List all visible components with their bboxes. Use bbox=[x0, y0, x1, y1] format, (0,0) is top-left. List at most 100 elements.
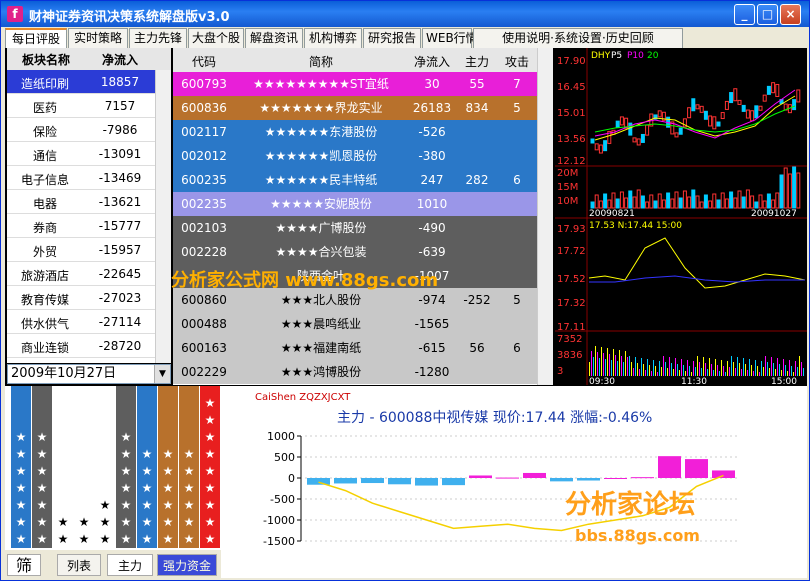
tvol-bar bbox=[751, 365, 752, 376]
close-button[interactable]: × bbox=[780, 4, 801, 25]
tab-market-stocks[interactable]: 大盘个股 bbox=[188, 28, 244, 48]
tvol-bar bbox=[799, 356, 800, 376]
date-select[interactable]: 2009年10月27日 ▼ bbox=[7, 364, 171, 384]
table-row[interactable]: 600163 ★★★福建南纸 -615 56 6 bbox=[173, 336, 537, 360]
flow-bar bbox=[361, 478, 384, 484]
sector-name: 医药 bbox=[32, 101, 57, 115]
chevron-down-icon[interactable]: ▼ bbox=[154, 365, 170, 383]
list-item[interactable]: 商业连锁 -28720 bbox=[7, 334, 171, 358]
tvol-bar bbox=[659, 361, 660, 376]
star-column: ★ ★ ★ ★ ★ ★ ★ bbox=[32, 386, 52, 548]
stock-flow: -380 bbox=[418, 149, 446, 163]
candle bbox=[695, 104, 700, 110]
kprice-3: 15.01 bbox=[557, 108, 586, 119]
stock-code: 600793 bbox=[181, 77, 227, 91]
candle bbox=[775, 83, 780, 97]
candle bbox=[636, 138, 641, 146]
table-row[interactable]: 002229 ★★★鸿博股份 -1280 bbox=[173, 360, 537, 384]
maximize-button[interactable]: □ bbox=[757, 4, 778, 25]
tab-main-force[interactable]: 主力 bbox=[107, 554, 153, 576]
list-item[interactable]: 造纸印刷 18857 bbox=[7, 70, 171, 94]
candle bbox=[590, 138, 595, 144]
list-item[interactable]: 旅游酒店 -22645 bbox=[7, 262, 171, 286]
list-item[interactable]: 教育传媒 -27023 bbox=[7, 286, 171, 310]
kvol-bar bbox=[632, 196, 637, 209]
tvol-bar bbox=[691, 372, 692, 376]
tvol-bar bbox=[645, 370, 646, 376]
tab-strong-capital[interactable]: 强力资金 bbox=[157, 554, 217, 576]
star-icon: ★ bbox=[36, 532, 48, 546]
star-icon: ★ bbox=[183, 447, 195, 461]
table-row[interactable]: 002235 ★★★★★安妮股份 1010 bbox=[173, 192, 537, 216]
table-row[interactable]: 600235 ★★★★★★民丰特纸 247 282 6 bbox=[173, 168, 537, 192]
tab-list[interactable]: 列表 bbox=[57, 554, 101, 576]
tab-realtime-strategy[interactable]: 实时策略 bbox=[68, 28, 128, 48]
tab-institution-game[interactable]: 机构博弈 bbox=[304, 28, 362, 48]
tvol-bar bbox=[623, 362, 624, 376]
kvol-bar bbox=[590, 201, 595, 209]
kvol-bar bbox=[733, 197, 738, 209]
table-row[interactable]: 002012 ★★★★★★凯恩股份 -380 bbox=[173, 144, 537, 168]
sector-flow: -15957 bbox=[98, 243, 142, 257]
tvol-bar bbox=[597, 352, 598, 376]
sector-scrollbar[interactable] bbox=[155, 70, 171, 363]
list-item[interactable]: 供水供气 -27114 bbox=[7, 310, 171, 334]
list-item[interactable]: 电器 -13621 bbox=[7, 190, 171, 214]
tab-research-report[interactable]: 研究报告 bbox=[363, 28, 421, 48]
tab-daily-review[interactable]: 每日评股 bbox=[5, 28, 67, 48]
list-item[interactable]: 电子信息 -13469 bbox=[7, 166, 171, 190]
star-column: ★ ★ ★ ★ ★ ★ bbox=[179, 386, 199, 548]
tvol-bar bbox=[667, 368, 668, 376]
table-row[interactable]: 002103 ★★★★广博股份 -490 bbox=[173, 216, 537, 240]
tvol-bar bbox=[753, 371, 754, 376]
minimize-button[interactable]: _ bbox=[734, 4, 755, 25]
tvol-2: 3836 bbox=[557, 350, 582, 361]
sector-name: 商业连锁 bbox=[20, 341, 69, 355]
list-item[interactable]: 通信 -13091 bbox=[7, 142, 171, 166]
table-row[interactable]: 600793 ★★★★★★★★★ST宜纸 30 55 7 bbox=[173, 72, 537, 96]
candle bbox=[729, 92, 734, 104]
star-column: ★ ★ ★ ★ ★ ★ ★ bbox=[116, 386, 136, 548]
star-icon: ★ bbox=[120, 481, 132, 495]
kvol-bar bbox=[666, 192, 671, 209]
candle bbox=[796, 89, 801, 103]
list-item[interactable]: 外贸 -15957 bbox=[7, 238, 171, 262]
tab-web-quotes[interactable]: WEB行情 bbox=[422, 28, 478, 48]
tab-main-pioneer[interactable]: 主力先锋 bbox=[129, 28, 187, 48]
sector-flow: 7157 bbox=[104, 99, 136, 113]
sector-name: 券商 bbox=[32, 221, 57, 235]
kvol-bar bbox=[783, 167, 788, 209]
tvol-bar bbox=[711, 364, 712, 376]
stock-name: ★★★★★★凯恩股份 bbox=[264, 149, 378, 163]
tab-help-settings-history[interactable]: 使用说明·系统设置·历史回顾 bbox=[473, 28, 683, 48]
list-item[interactable]: 券商 -15777 bbox=[7, 214, 171, 238]
star-icon: ★ bbox=[204, 447, 216, 461]
table-row[interactable]: 002228 ★★★★合兴包装 -639 bbox=[173, 240, 537, 264]
tvol-bar bbox=[705, 363, 706, 376]
table-row[interactable]: 000488 ★★★晨鸣纸业 -1565 bbox=[173, 312, 537, 336]
kvol-bar bbox=[682, 190, 687, 209]
tvol-bar bbox=[785, 365, 786, 376]
star-column: ★ ★ ★ ★ ★ ★ ★ ★ ★ bbox=[200, 386, 220, 548]
tvol-bar bbox=[589, 362, 590, 376]
kvol-bar bbox=[598, 200, 603, 209]
tvol-bar bbox=[723, 366, 724, 376]
tvol-bar bbox=[701, 368, 702, 376]
stock-scrollbar[interactable] bbox=[537, 48, 553, 385]
filter-select[interactable]: 筛 bbox=[7, 554, 41, 576]
table-row[interactable]: 002117 ★★★★★★东港股份 -526 bbox=[173, 120, 537, 144]
tab-market-news[interactable]: 解盘资讯 bbox=[245, 28, 303, 48]
stock-name: ★★★晨鸣纸业 bbox=[280, 317, 362, 331]
kvol-bar bbox=[699, 201, 704, 209]
list-item[interactable]: 医药 7157 bbox=[7, 94, 171, 118]
star-icon: ★ bbox=[36, 481, 48, 495]
star-icon: ★ bbox=[204, 498, 216, 512]
sector-flow: 18857 bbox=[100, 75, 140, 89]
star-icon: ★ bbox=[204, 430, 216, 444]
table-row[interactable]: 600836 ★★★★★★★界龙实业 26183 834 5 bbox=[173, 96, 537, 120]
flow-svg: CaiShen ZQZXJCXT 主力 - 600088中视传媒 现价:17.4… bbox=[255, 392, 737, 548]
star-icon: ★ bbox=[120, 430, 132, 444]
col-attack: 攻击 bbox=[504, 55, 529, 69]
list-item[interactable]: 保险 -7986 bbox=[7, 118, 171, 142]
stock-name: ★★★★★安妮股份 bbox=[270, 197, 372, 211]
